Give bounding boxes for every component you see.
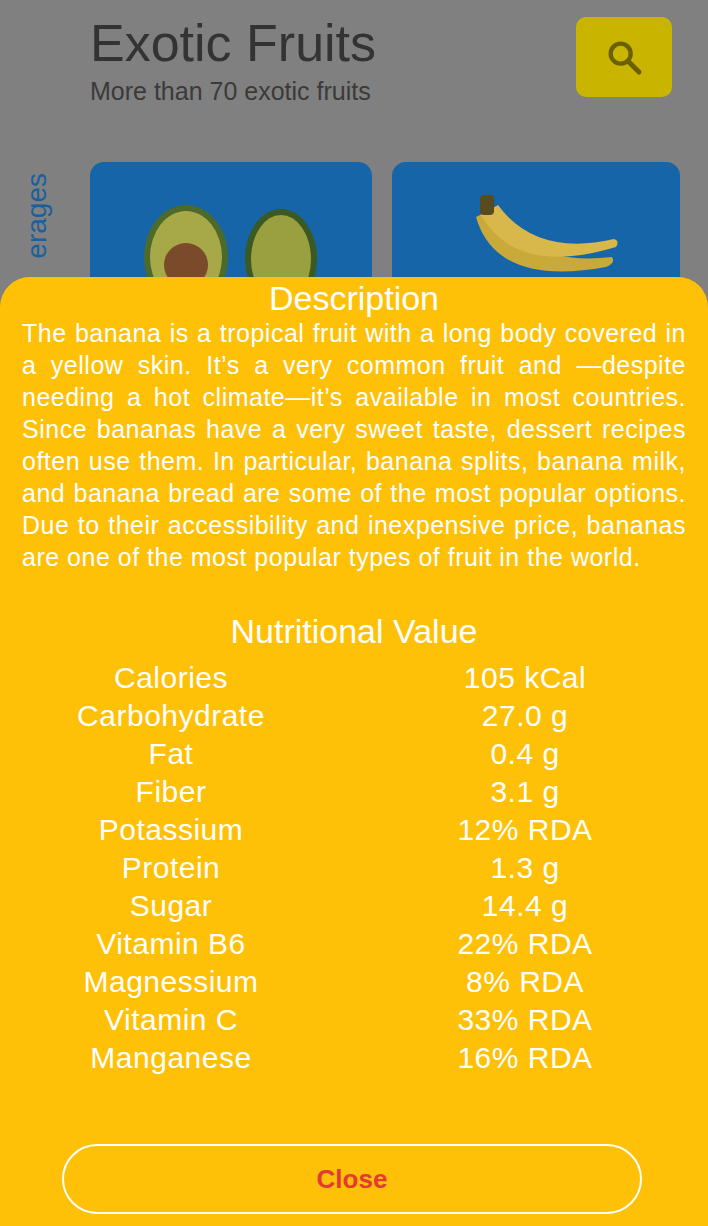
- nutrition-row: Calories105 kCal: [0, 659, 708, 697]
- nutrient-name: Fat: [0, 735, 342, 773]
- nutrient-value: 14.4 g: [342, 887, 708, 925]
- close-button[interactable]: Close: [62, 1144, 642, 1214]
- details-sheet: DescriptionThe banana is a tropical frui…: [0, 277, 708, 1226]
- nutrition-row: Fat0.4 g: [0, 735, 708, 773]
- nutrient-value: 0.4 g: [342, 735, 708, 773]
- search-icon: [604, 37, 644, 77]
- search-button[interactable]: [576, 17, 672, 97]
- nutrition-row: Potassium12% RDA: [0, 811, 708, 849]
- nutrient-value: 8% RDA: [342, 963, 708, 1001]
- nutrient-value: 22% RDA: [342, 925, 708, 963]
- page-title: Exotic Fruits: [90, 14, 576, 72]
- nutrition-row: Vitamin B622% RDA: [0, 925, 708, 963]
- nutrient-value: 1.3 g: [342, 849, 708, 887]
- nutrient-value: 105 kCal: [342, 659, 708, 697]
- nutrient-name: Vitamin B6: [0, 925, 342, 963]
- nutrient-value: 12% RDA: [342, 811, 708, 849]
- description-text: The banana is a tropical fruit with a lo…: [0, 317, 708, 573]
- description-heading: Description: [0, 277, 708, 317]
- nutrition-row: Vitamin C33% RDA: [0, 1001, 708, 1039]
- nutrition-row: Fiber3.1 g: [0, 773, 708, 811]
- nutrient-value: 27.0 g: [342, 697, 708, 735]
- category-tab[interactable]: erages: [21, 173, 53, 263]
- nutrient-name: Manganese: [0, 1039, 342, 1077]
- nutrient-name: Protein: [0, 849, 342, 887]
- close-label: Close: [317, 1164, 388, 1195]
- header-text: Exotic FruitsMore than 70 exotic fruits: [90, 14, 576, 108]
- nutrient-name: Potassium: [0, 811, 342, 849]
- nutrient-value: 3.1 g: [342, 773, 708, 811]
- nutrient-name: Magnessium: [0, 963, 342, 1001]
- nutrient-name: Fiber: [0, 773, 342, 811]
- nutrient-name: Sugar: [0, 887, 342, 925]
- nutrient-name: Vitamin C: [0, 1001, 342, 1039]
- nutrition-row: Carbohydrate27.0 g: [0, 697, 708, 735]
- nutrition-heading: Nutritional Value: [0, 611, 708, 651]
- nutrient-name: Carbohydrate: [0, 697, 342, 735]
- nutrition-row: Protein1.3 g: [0, 849, 708, 887]
- header: Exotic FruitsMore than 70 exotic fruits: [0, 0, 708, 108]
- nutrient-name: Calories: [0, 659, 342, 697]
- nutrition-row: Sugar14.4 g: [0, 887, 708, 925]
- nutrient-value: 16% RDA: [342, 1039, 708, 1077]
- nutrition-row: Manganese16% RDA: [0, 1039, 708, 1077]
- nutrient-value: 33% RDA: [342, 1001, 708, 1039]
- nutrition-row: Magnessium8% RDA: [0, 963, 708, 1001]
- nutrition-table: Calories105 kCalCarbohydrate27.0 gFat0.4…: [0, 659, 708, 1077]
- category-sidebar: erages: [0, 162, 90, 282]
- page-subtitle: More than 70 exotic fruits: [90, 74, 576, 108]
